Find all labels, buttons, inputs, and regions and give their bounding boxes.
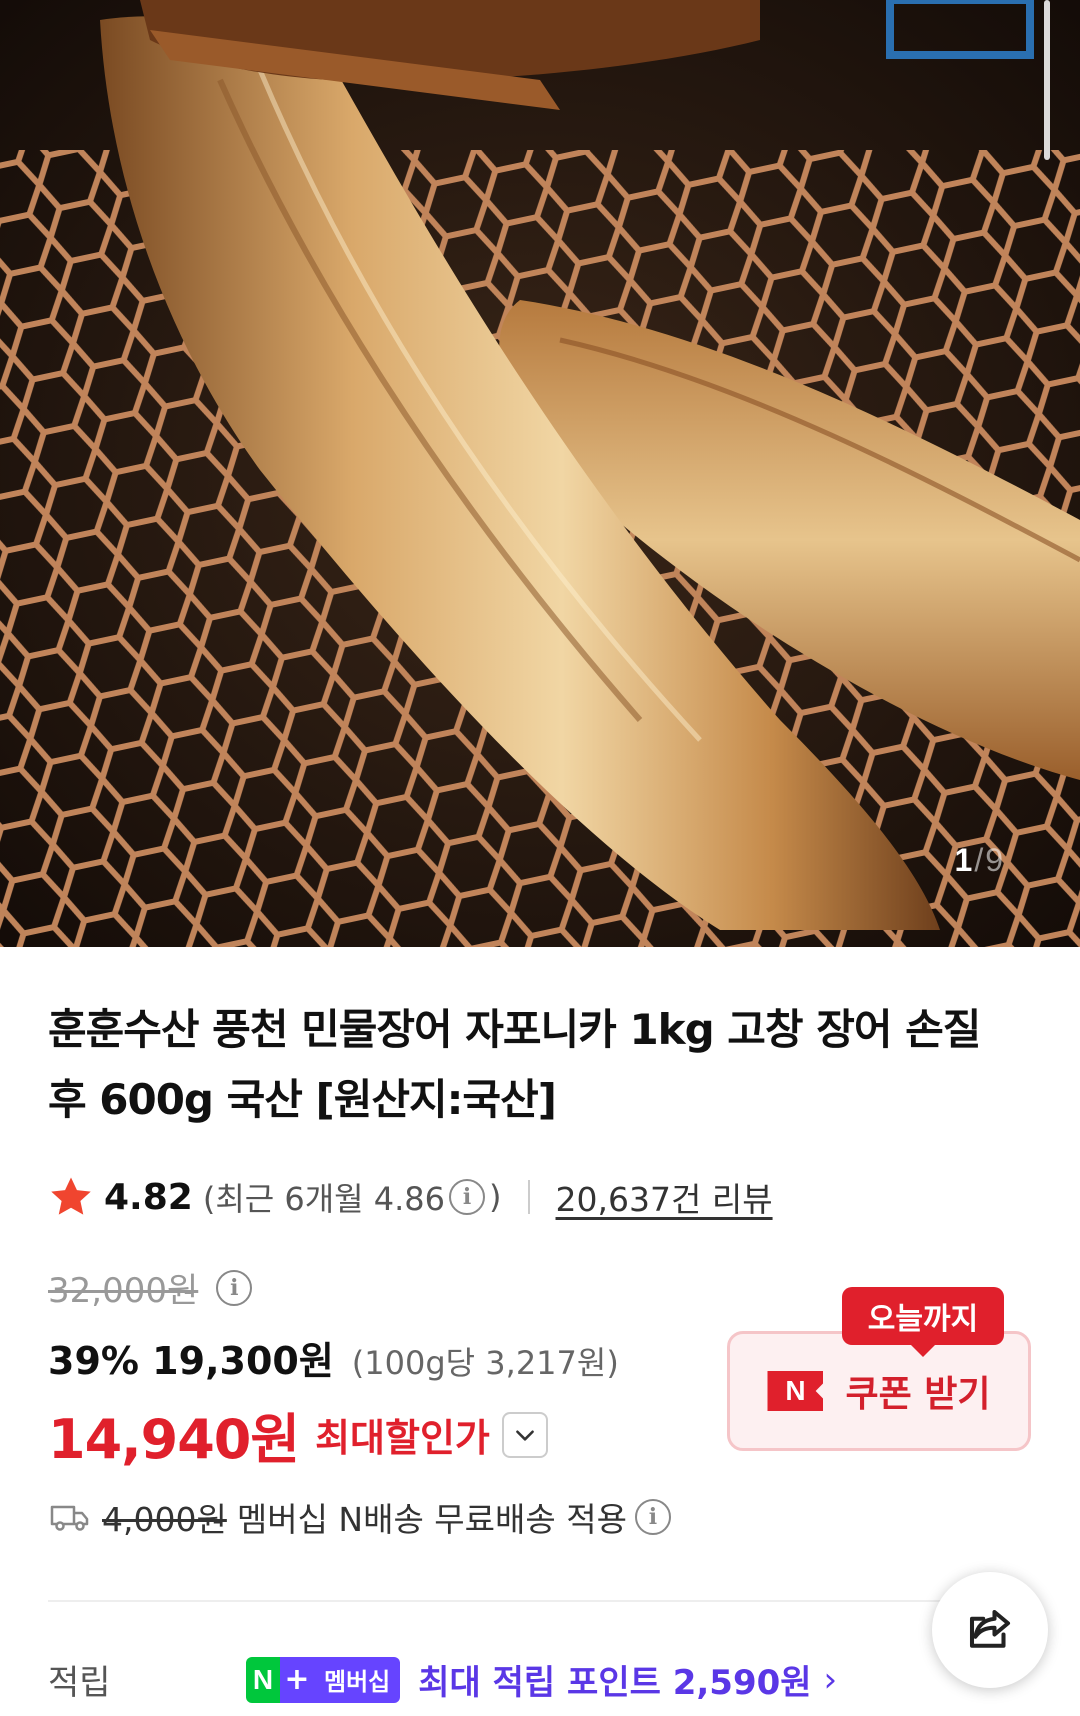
info-icon[interactable]: i	[449, 1179, 486, 1215]
points-row[interactable]: 적립 N + 멤버십 최대 적립 포인트 2,590원 ›	[48, 1655, 837, 1704]
section-divider	[48, 1600, 1038, 1602]
max-points-text: 최대 적립 포인트 2,590원	[418, 1663, 812, 1703]
rating-row: 4.82 (최근 6개월 4.86 i ) 20,637건 리뷰	[48, 1172, 773, 1222]
shipping-row: 4,000원 멤버십 N배송 무료배송 적용 i	[50, 1493, 675, 1541]
share-button[interactable]	[932, 1572, 1048, 1688]
recent-rating: (최근 6개월 4.86 i )	[203, 1174, 502, 1220]
rating-score: 4.82	[104, 1176, 193, 1218]
unit-price: (100g당 3,217원)	[351, 1344, 619, 1382]
product-title-line2: 후 600g 국산 [원산지:국산]	[48, 1075, 557, 1124]
sale-price-row: 39% 19,300원 (100g당 3,217원)	[48, 1330, 619, 1385]
membership-label: 멤버십	[314, 1656, 401, 1703]
original-price: 32,000원	[48, 1271, 199, 1311]
product-image[interactable]: 1/9	[0, 0, 1080, 947]
n-coupon-logo: N	[767, 1371, 824, 1411]
review-count-link[interactable]: 20,637건 리뷰	[556, 1173, 773, 1221]
original-price-row: 32,000원 i	[48, 1263, 256, 1312]
shipping-info-icon[interactable]: i	[634, 1499, 671, 1535]
image-counter-total: 9	[985, 842, 1005, 878]
chevron-down-icon	[515, 1429, 534, 1441]
coupon-label: 쿠폰 받기	[845, 1374, 991, 1415]
npay-membership-badge: N + 멤버십	[246, 1656, 401, 1703]
max-discount-expand-button[interactable]	[501, 1411, 548, 1458]
product-title-line1: 훈훈수산 풍천 민물장어 자포니카 1kg 고창 장어 손질	[48, 1005, 981, 1054]
image-counter: 1/9	[955, 842, 1005, 879]
image-counter-separator: /	[974, 842, 986, 878]
coupon-button[interactable]: N 쿠폰 받기	[727, 1331, 1031, 1451]
shipping-fee: 4,000원	[102, 1500, 227, 1539]
divider	[527, 1180, 530, 1214]
chevron-right-icon: ›	[823, 1659, 838, 1700]
shipping-text: 멤버십 N배송 무료배송 적용	[236, 1500, 627, 1539]
product-title: 훈훈수산 풍천 민물장어 자포니카 1kg 고창 장어 손질 후 600g 국산…	[48, 995, 1028, 1135]
recent-rating-text: (최근 6개월 4.86	[202, 1180, 446, 1218]
recent-rating-close: )	[489, 1178, 502, 1216]
price-info-icon[interactable]: i	[216, 1269, 253, 1306]
discount-price: 39% 19,300원	[48, 1339, 334, 1383]
max-discount-price: 14,940원	[48, 1408, 300, 1471]
truck-icon	[50, 1505, 89, 1531]
max-discount-row: 14,940원 최대할인가	[48, 1395, 548, 1474]
npay-n-logo: N	[246, 1656, 280, 1703]
star-icon	[51, 1177, 91, 1215]
max-discount-label: 최대할인가	[315, 1416, 490, 1460]
share-icon	[969, 1609, 1011, 1648]
plus-icon: +	[280, 1656, 314, 1703]
image-scroll-indicator	[1044, 0, 1050, 160]
points-label: 적립	[48, 1663, 111, 1703]
eel-photo	[0, 0, 1080, 947]
image-counter-current: 1	[954, 842, 975, 878]
coupon-deadline-badge: 오늘까지	[842, 1287, 1004, 1357]
